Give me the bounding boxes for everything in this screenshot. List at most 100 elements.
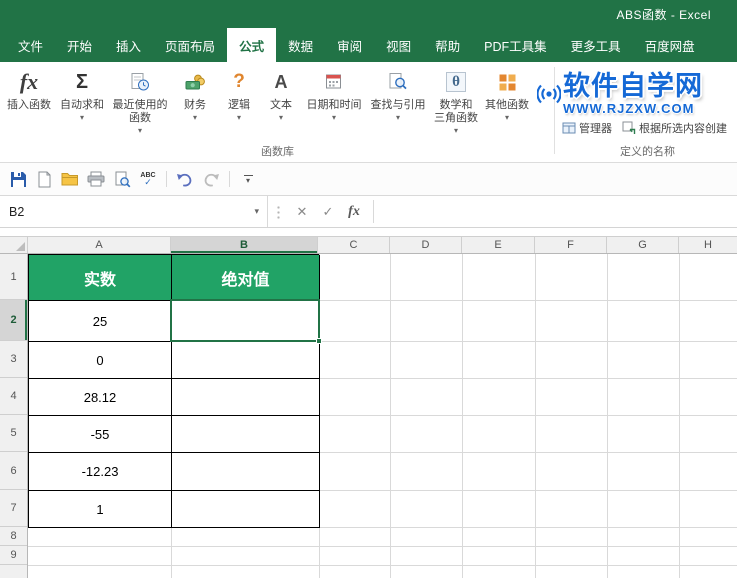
fx-icon: fx [19, 69, 39, 94]
column-header-d[interactable]: D [390, 237, 462, 253]
date-time-button[interactable]: 日期和时间 ▾ [302, 62, 366, 123]
cell-a4[interactable]: 28.12 [29, 379, 172, 416]
tab-page-layout[interactable]: 页面布局 [153, 28, 227, 62]
cell-a7[interactable]: 1 [29, 491, 172, 528]
select-all-button[interactable] [0, 237, 28, 253]
cell-a5[interactable]: -55 [29, 416, 172, 453]
spelling-button[interactable]: ABC ✓ [136, 167, 160, 191]
formula-input[interactable] [380, 196, 737, 227]
more-functions-button[interactable]: 其他函数 ▾ [482, 62, 532, 123]
tab-insert[interactable]: 插入 [104, 28, 153, 62]
open-button[interactable] [58, 167, 82, 191]
math-trig-button[interactable]: θ 数学和 三角函数 ▾ [430, 62, 482, 136]
tab-file[interactable]: 文件 [6, 28, 55, 62]
formula-bar-gap [0, 228, 737, 236]
print-preview-icon [115, 171, 130, 187]
name-box-dropdown-icon[interactable]: ▾ [254, 206, 267, 217]
insert-function-fx-button[interactable]: fx [341, 196, 367, 227]
customize-qat-button[interactable]: ▾ [236, 167, 260, 191]
tab-data[interactable]: 数据 [276, 28, 325, 62]
fill-handle[interactable] [316, 338, 322, 344]
tab-formulas[interactable]: 公式 [227, 28, 277, 62]
chevron-down-icon: ▾ [243, 174, 253, 184]
excel-window: ABS函数 - Excel 文件 开始 插入 页面布局 公式 数据 审阅 视图 … [0, 0, 737, 578]
tab-help[interactable]: 帮助 [423, 28, 472, 62]
column-header-row: A B C D E F G H [0, 236, 737, 254]
cell-b6[interactable] [172, 453, 320, 491]
text-button[interactable]: A 文本 ▾ [260, 62, 302, 123]
cell-a2[interactable]: 25 [29, 301, 172, 342]
tab-view[interactable]: 视图 [374, 28, 423, 62]
cell-b3[interactable] [172, 342, 320, 379]
new-document-icon [38, 171, 50, 187]
row-header-2[interactable]: 2 [0, 300, 27, 341]
column-header-g[interactable]: G [607, 237, 679, 253]
cell-a3[interactable]: 0 [29, 342, 172, 379]
row-header-6[interactable]: 6 [0, 452, 27, 490]
cell-b4[interactable] [172, 379, 320, 416]
column-header-f[interactable]: F [535, 237, 607, 253]
create-from-selection-label: 根据所选内容创建 [639, 123, 727, 135]
row-header-5[interactable]: 5 [0, 415, 27, 452]
open-folder-icon [61, 173, 78, 186]
cell-a1[interactable]: 实数 [29, 255, 172, 301]
cell-a6[interactable]: -12.23 [29, 453, 172, 491]
insert-function-label: 插入函数 [7, 99, 51, 111]
column-header-c[interactable]: C [318, 237, 390, 253]
row-header-8[interactable]: 8 [0, 527, 27, 546]
name-box[interactable]: B2 ▾ [0, 196, 268, 227]
cell-b1[interactable]: 绝对值 [172, 255, 320, 301]
undo-button[interactable] [173, 167, 197, 191]
name-manager-label: 管理器 [579, 123, 612, 135]
cell-b2[interactable] [172, 301, 320, 342]
cells-area[interactable]: 实数 绝对值 25 0 28.12 -55 -12.23 1 [28, 254, 737, 578]
row-header-3[interactable]: 3 [0, 341, 27, 378]
row-header-9[interactable]: 9 [0, 546, 27, 565]
name-manager-button[interactable]: 管理器 [562, 120, 612, 136]
formula-bar-splitter[interactable] [277, 204, 280, 219]
tab-home[interactable]: 开始 [55, 28, 104, 62]
tab-pdf-tools[interactable]: PDF工具集 [472, 28, 559, 62]
new-document-button[interactable] [32, 167, 56, 191]
cell-b7[interactable] [172, 491, 320, 528]
financial-label: 财务 [184, 99, 206, 111]
logical-label: 逻辑 [228, 99, 250, 111]
cell-b5[interactable] [172, 416, 320, 453]
dropdown-arrow-icon: ▾ [453, 126, 458, 135]
tab-more-tools[interactable]: 更多工具 [559, 28, 633, 62]
function-library-buttons: fx 插入函数 Σ 自动求和 ▾ 最近使用的 函数 ▾ 财务 ▾ ? 逻辑 ▾ … [2, 62, 553, 136]
insert-function-button[interactable]: fx 插入函数 [2, 62, 56, 112]
group-label-defined-names: 定义的名称 [620, 146, 675, 158]
tab-baidu-netdisk[interactable]: 百度网盘 [633, 28, 707, 62]
save-button[interactable] [6, 167, 30, 191]
row-header-1[interactable]: 1 [0, 254, 27, 300]
cancel-button[interactable]: ✕ [289, 196, 315, 227]
text-label: 文本 [270, 99, 292, 111]
print-preview-button[interactable] [110, 167, 134, 191]
column-header-e[interactable]: E [462, 237, 535, 253]
redo-button[interactable] [199, 167, 223, 191]
dropdown-arrow-icon: ▾ [79, 113, 84, 122]
column-header-h[interactable]: H [679, 237, 737, 253]
ribbon-tab-bar: 文件 开始 插入 页面布局 公式 数据 审阅 视图 帮助 PDF工具集 更多工具… [0, 28, 737, 62]
enter-button[interactable]: ✓ [315, 196, 341, 227]
recently-used-button[interactable]: 最近使用的 函数 ▾ [108, 62, 172, 136]
autosum-label: 自动求和 [60, 99, 104, 111]
undo-icon [177, 173, 192, 186]
financial-button[interactable]: 财务 ▾ [172, 62, 218, 123]
watermark-signal-icon [537, 84, 561, 104]
lookup-reference-button[interactable]: 查找与引用 ▾ [366, 62, 430, 123]
letter-a-icon: A [274, 71, 288, 92]
row-header-4[interactable]: 4 [0, 378, 27, 415]
row-header-7[interactable]: 7 [0, 490, 27, 527]
column-header-b[interactable]: B [171, 237, 318, 253]
window-title: ABS函数 - Excel [616, 7, 711, 22]
print-button[interactable] [84, 167, 108, 191]
logical-button[interactable]: ? 逻辑 ▾ [218, 62, 260, 123]
create-from-selection-button[interactable]: 根据所选内容创建 [622, 120, 727, 136]
dropdown-arrow-icon: ▾ [137, 126, 142, 135]
tab-review[interactable]: 审阅 [325, 28, 374, 62]
lookup-reference-label: 查找与引用 [370, 99, 426, 111]
autosum-button[interactable]: Σ 自动求和 ▾ [56, 62, 108, 123]
column-header-a[interactable]: A [28, 237, 171, 253]
